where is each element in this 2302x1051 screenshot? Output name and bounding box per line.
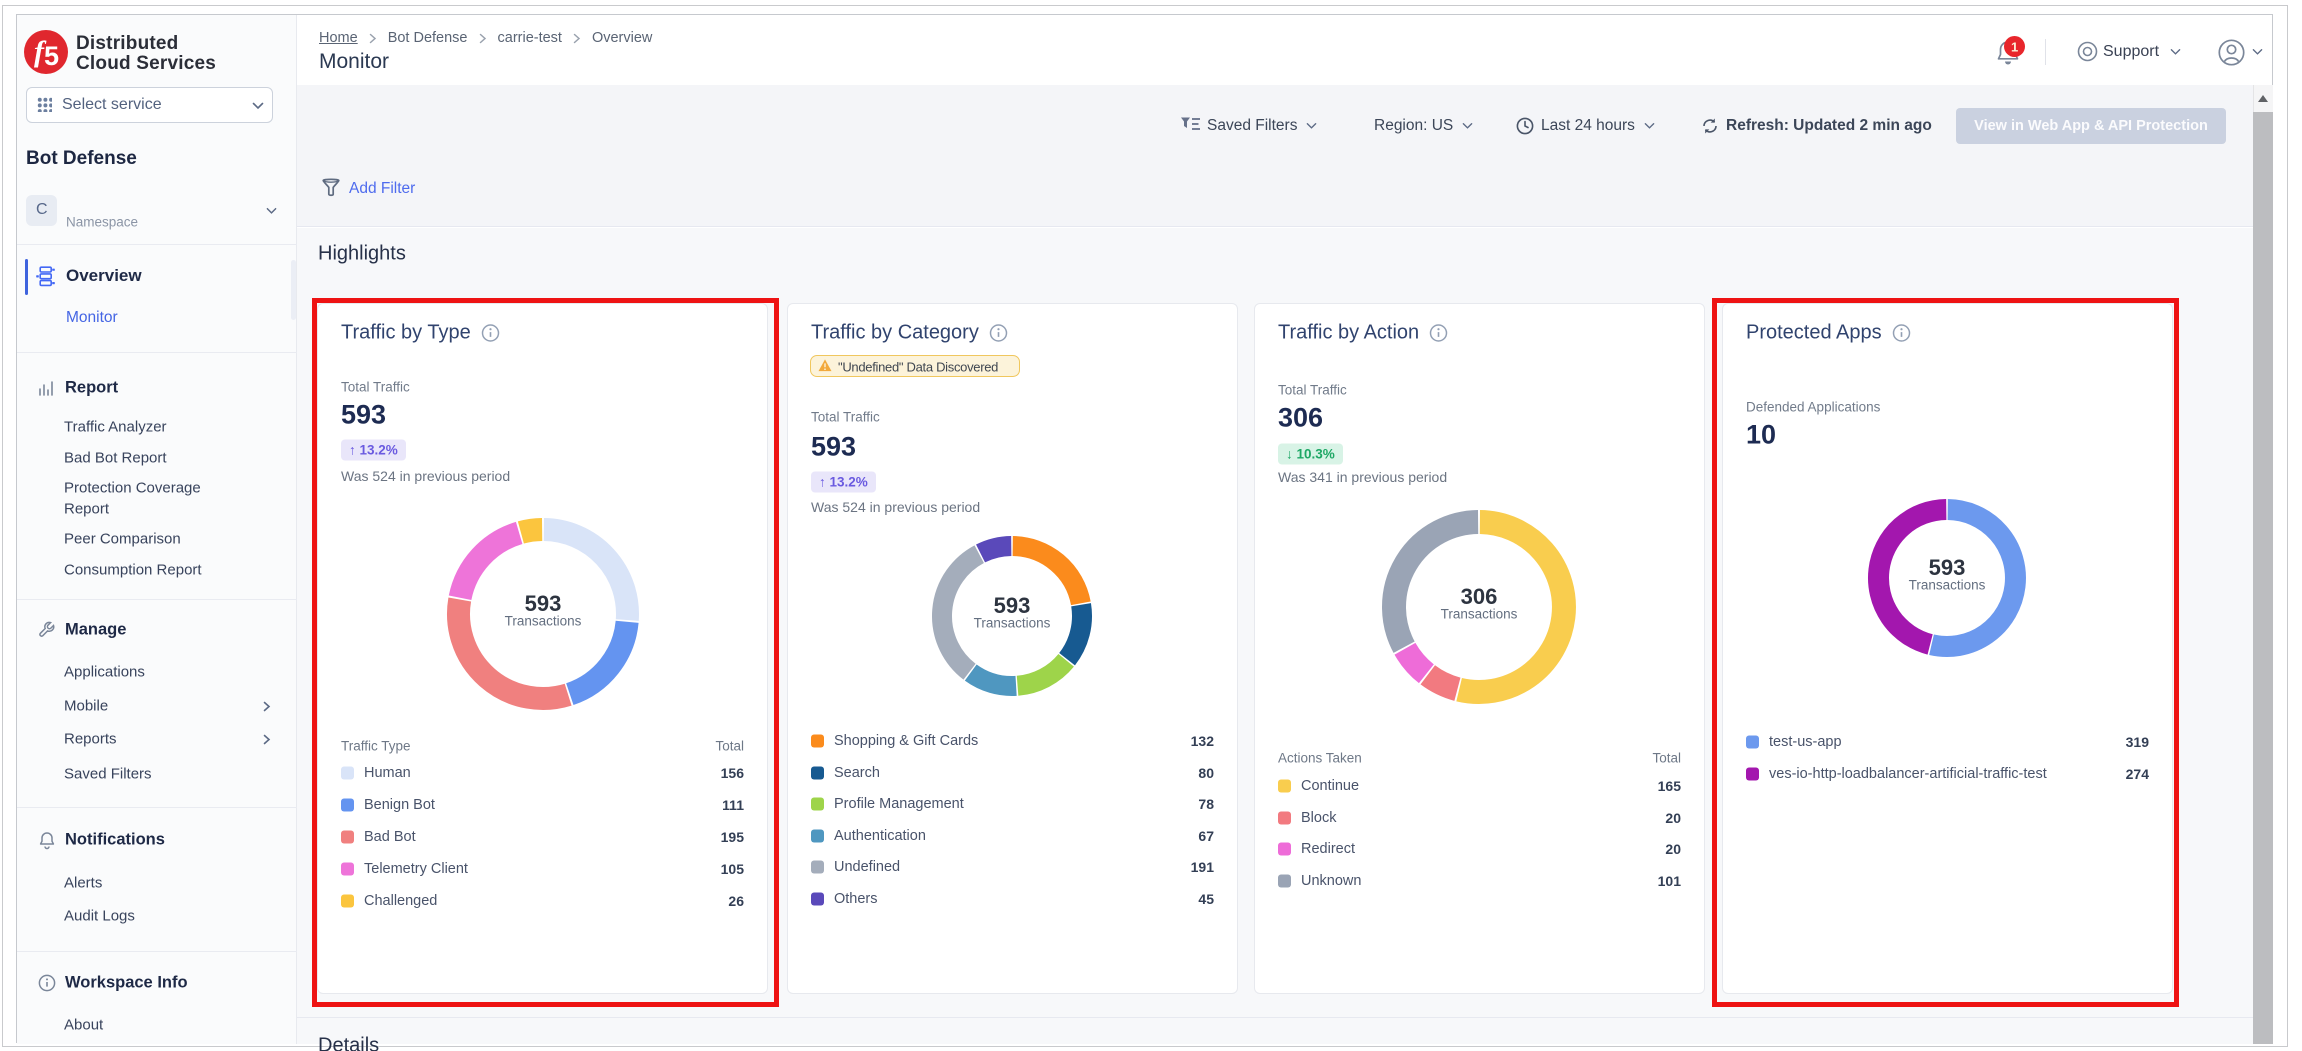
svg-text:5: 5 xyxy=(44,41,59,71)
